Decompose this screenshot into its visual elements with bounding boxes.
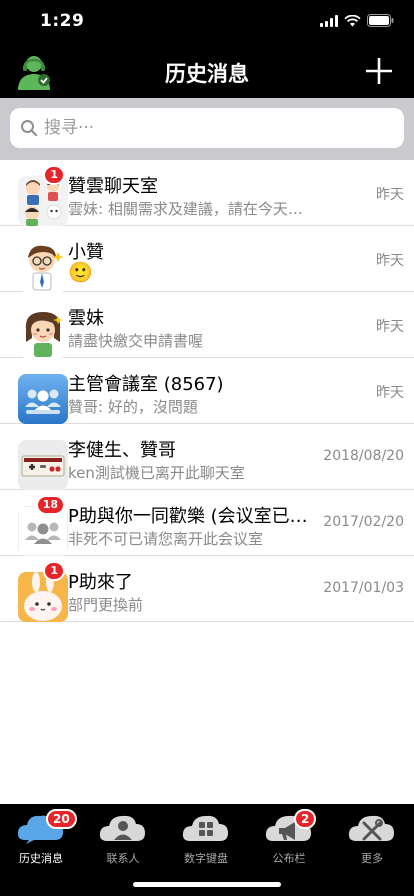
chat-name: 贊雲聊天室 <box>68 176 158 197</box>
unread-badge: 18 <box>35 495 65 515</box>
home-indicator <box>133 882 281 887</box>
keypad-cloud-icon <box>182 810 230 844</box>
tab-label: 更多 <box>361 852 383 865</box>
chat-name: 雲妹 <box>68 308 104 329</box>
tab-contacts[interactable]: 联系人 <box>82 810 164 870</box>
tab-label: 公布栏 <box>272 852 306 865</box>
search-box[interactable] <box>10 108 404 148</box>
tab-more[interactable]: 更多 <box>331 810 413 870</box>
chat-name: 主管會議室 (8567) <box>68 374 224 395</box>
chat-time: 2018/08/20 <box>323 448 404 464</box>
chat-row[interactable]: 主管會議室 (8567) 贊哥: 好的，沒問題 昨天 <box>0 358 414 424</box>
chat-preview: 🙂 <box>68 260 93 284</box>
chat-time: 昨天 <box>376 385 404 401</box>
chat-list: 1 贊雲聊天室 雲妹: 相關需求及建議，請在今天… 昨天 小贊 🙂 昨天 雲妹 … <box>0 160 414 622</box>
tab-history[interactable]: 20 历史消息 <box>0 809 82 870</box>
game-controller-avatar <box>18 440 68 490</box>
tab-bar: 20 历史消息 联系人 数字键盘 2 公布栏 更多 <box>0 804 414 896</box>
chat-name: P助與你一同歡樂 (会议室已… <box>68 506 308 527</box>
chat-preview: ken測試機已离开此聊天室 <box>68 464 245 482</box>
tab-badge: 20 <box>46 809 77 829</box>
status-time: 1:29 <box>40 11 85 31</box>
battery-icon <box>367 14 394 27</box>
tab-keypad[interactable]: 数字键盘 <box>165 810 247 870</box>
chat-row[interactable]: 1 贊雲聊天室 雲妹: 相關需求及建議，請在今天… 昨天 <box>0 160 414 226</box>
chat-preview: 贊哥: 好的，沒問題 <box>68 398 198 416</box>
tab-label: 联系人 <box>106 852 140 865</box>
chat-time: 昨天 <box>376 187 404 203</box>
status-bar: 1:29 <box>0 0 414 44</box>
tab-bulletin[interactable]: 2 公布栏 <box>248 809 330 870</box>
bunny-cartoon-avatar <box>18 572 68 622</box>
chat-preview: 雲妹: 相關需求及建議，請在今天… <box>68 200 303 218</box>
meeting-room-avatar <box>18 374 68 424</box>
girl-cartoon-avatar <box>18 308 68 358</box>
chat-preview: 非死不可已请您离开此会议室 <box>68 530 264 548</box>
chat-row[interactable]: 1 P助來了 部門更換前 2017/01/03 <box>0 556 414 622</box>
boy-cartoon-avatar <box>18 242 68 292</box>
contacts-cloud-icon <box>99 810 147 844</box>
tools-cloud-icon <box>348 810 396 844</box>
chat-time: 2017/02/20 <box>323 514 404 530</box>
tab-badge: 2 <box>294 809 317 829</box>
unread-badge: 1 <box>43 165 65 185</box>
nav-bar: 历史消息 <box>0 44 414 98</box>
tab-label: 历史消息 <box>19 852 63 865</box>
chat-row[interactable]: 李健生、贊哥 ken測試機已离开此聊天室 2018/08/20 <box>0 424 414 490</box>
tab-label: 数字键盘 <box>184 852 228 865</box>
plus-icon[interactable] <box>364 56 394 86</box>
chat-time: 昨天 <box>376 319 404 335</box>
chat-preview: 部門更換前 <box>68 596 144 614</box>
group-cartoon-avatar <box>18 176 68 226</box>
page-title: 历史消息 <box>165 62 249 86</box>
chat-time: 昨天 <box>376 253 404 269</box>
search-input[interactable] <box>44 108 394 148</box>
chat-row[interactable]: 18 P助與你一同歡樂 (会议室已… 非死不可已请您离开此会议室 2017/02… <box>0 490 414 556</box>
chat-name: P助來了 <box>68 572 133 593</box>
search-bar <box>0 98 414 160</box>
chat-name: 李健生、贊哥 <box>68 440 176 461</box>
chat-preview: 請盡快繳交申請書喔 <box>68 332 204 350</box>
chat-row[interactable]: 小贊 🙂 昨天 <box>0 226 414 292</box>
chat-row[interactable]: 雲妹 請盡快繳交申請書喔 昨天 <box>0 292 414 358</box>
chat-time: 2017/01/03 <box>323 580 404 596</box>
wifi-icon <box>344 14 361 27</box>
unread-badge: 1 <box>43 561 65 581</box>
signal-icon <box>320 14 338 27</box>
status-icons <box>320 14 394 27</box>
search-icon <box>20 119 38 137</box>
